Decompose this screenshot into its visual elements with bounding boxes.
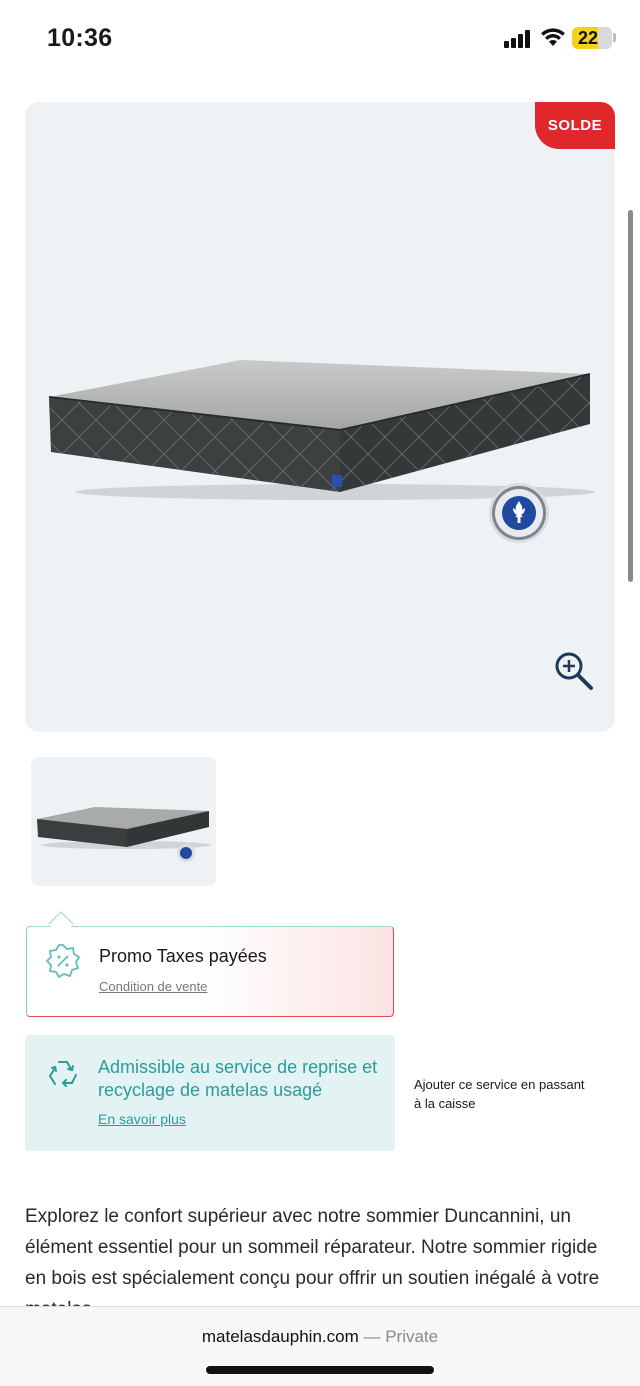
product-description: Explorez le confort supérieur avec notre… [25,1206,600,1308]
product-main-image[interactable]: SOLDE [25,102,615,732]
recycle-icon [48,1061,77,1087]
description-viewport: Explorez le confort supérieur avec notre… [0,1196,640,1308]
page-scrollbar[interactable] [628,210,633,582]
url-separator: — [358,1327,386,1346]
signal-icon [504,30,530,48]
home-indicator[interactable] [206,1366,434,1374]
discount-badge-icon [45,944,81,979]
made-in-quebec-seal-icon [489,483,549,543]
browser-address-bar[interactable]: matelasdauphin.com — Private [0,1306,640,1386]
boxspring-image [48,360,595,500]
recycling-service-note: Ajouter ce service en passant à la caiss… [414,1077,585,1111]
wifi-icon [541,28,565,46]
battery-nub [613,33,616,42]
zoom-icon[interactable] [553,650,595,692]
promo-box: Promo Taxes payées Condition de vente [26,926,394,1017]
url-domain: matelasdauphin.com [201,1327,359,1346]
product-page: 10:36 22 SOLDE Promo Taxes payées Condit… [0,0,640,1386]
status-time: 10:36 [47,24,113,52]
sale-conditions-link[interactable]: Condition de vente [99,979,207,994]
recycling-service-title: Admissible au service de reprise et recy… [98,1057,378,1100]
product-thumbnail[interactable] [31,757,216,886]
promo-title: Promo Taxes payées [99,946,267,966]
status-bar: 10:36 22 [0,0,640,80]
battery-icon: 22 [572,27,612,49]
recycling-service-box: Admissible au service de reprise et recy… [25,1035,395,1151]
sale-badge: SOLDE [535,102,615,149]
boxspring-thumbnail-image [37,807,211,862]
learn-more-link[interactable]: En savoir plus [98,1111,186,1127]
url-display[interactable]: matelasdauphin.com — Private [0,1327,640,1347]
battery-level: 22 [578,28,599,48]
private-mode-label: Private [385,1327,439,1346]
